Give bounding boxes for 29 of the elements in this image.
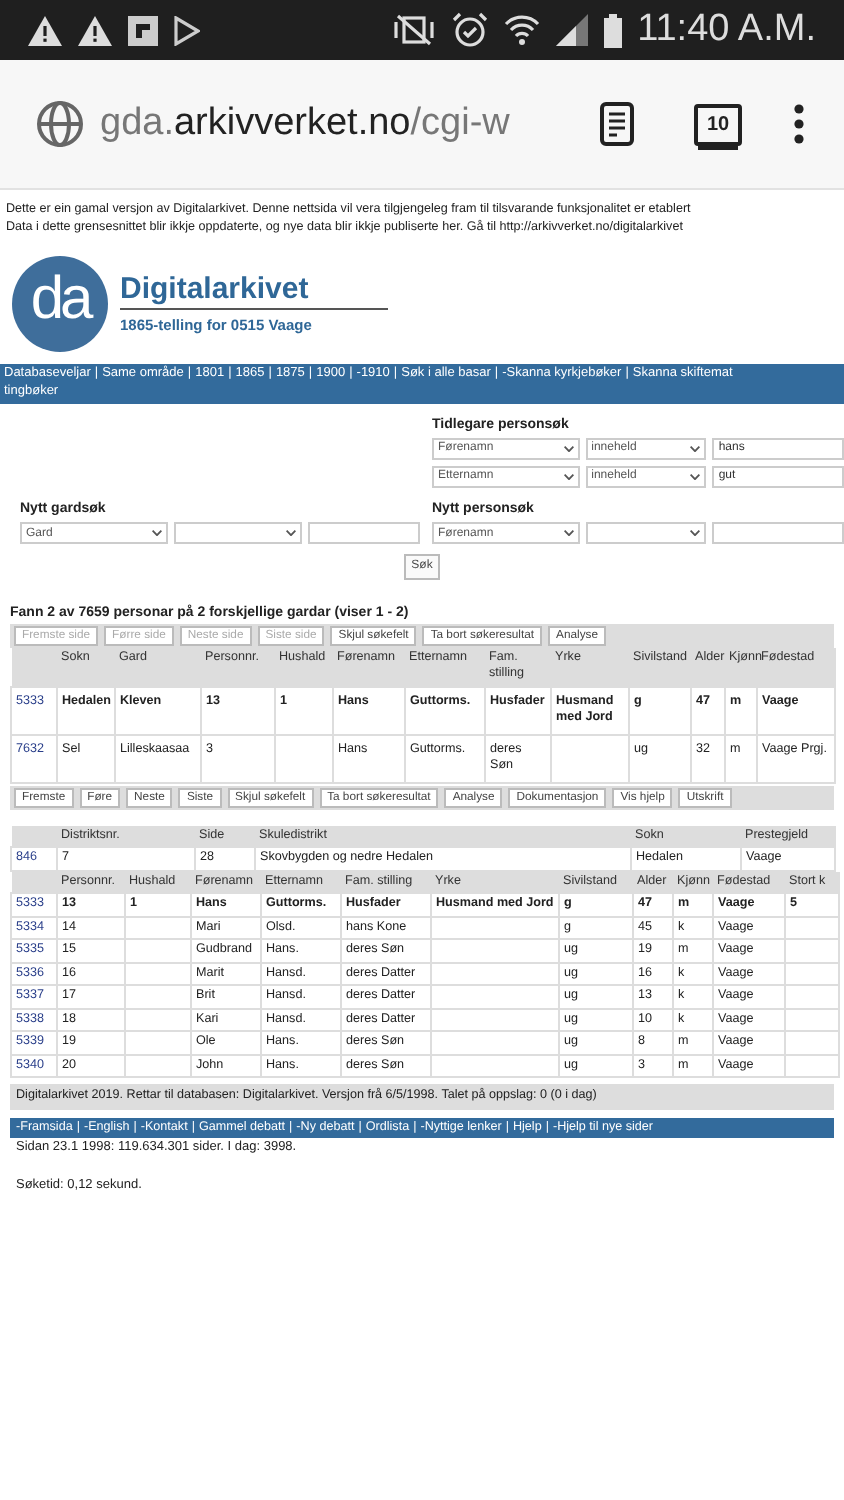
menu-icon[interactable] <box>794 104 804 144</box>
site-title: Digitalarkivet <box>120 271 389 310</box>
warning-icon <box>78 15 112 45</box>
dropdown[interactable] <box>585 522 707 545</box>
wifi-icon <box>503 14 540 46</box>
alarm-icon <box>451 12 488 48</box>
caret-icon <box>563 445 574 452</box>
tab-count-button[interactable]: 10 <box>694 103 742 145</box>
caret-icon <box>152 530 162 537</box>
input-field[interactable] <box>308 522 420 545</box>
play-icon <box>174 15 200 45</box>
caret-icon <box>563 530 574 537</box>
warning-icon <box>28 15 62 45</box>
logo-mark: da <box>12 256 108 352</box>
clock: 11:40 A.M. <box>637 8 816 52</box>
app-icon <box>128 15 158 45</box>
globe-icon <box>36 100 84 148</box>
battery-icon <box>603 13 622 47</box>
caret-icon <box>690 530 701 537</box>
reader-icon[interactable] <box>600 102 634 146</box>
vibrate-off-icon <box>391 14 436 46</box>
signal-icon <box>555 14 588 46</box>
caret-icon <box>563 473 574 480</box>
dropdown[interactable] <box>174 522 302 545</box>
caret-icon <box>690 445 701 452</box>
caret-icon <box>286 530 296 537</box>
caret-icon <box>690 473 701 480</box>
input-field[interactable] <box>712 522 844 545</box>
url-field[interactable]: gda.arkivverket.no/cgi-w <box>100 102 584 146</box>
